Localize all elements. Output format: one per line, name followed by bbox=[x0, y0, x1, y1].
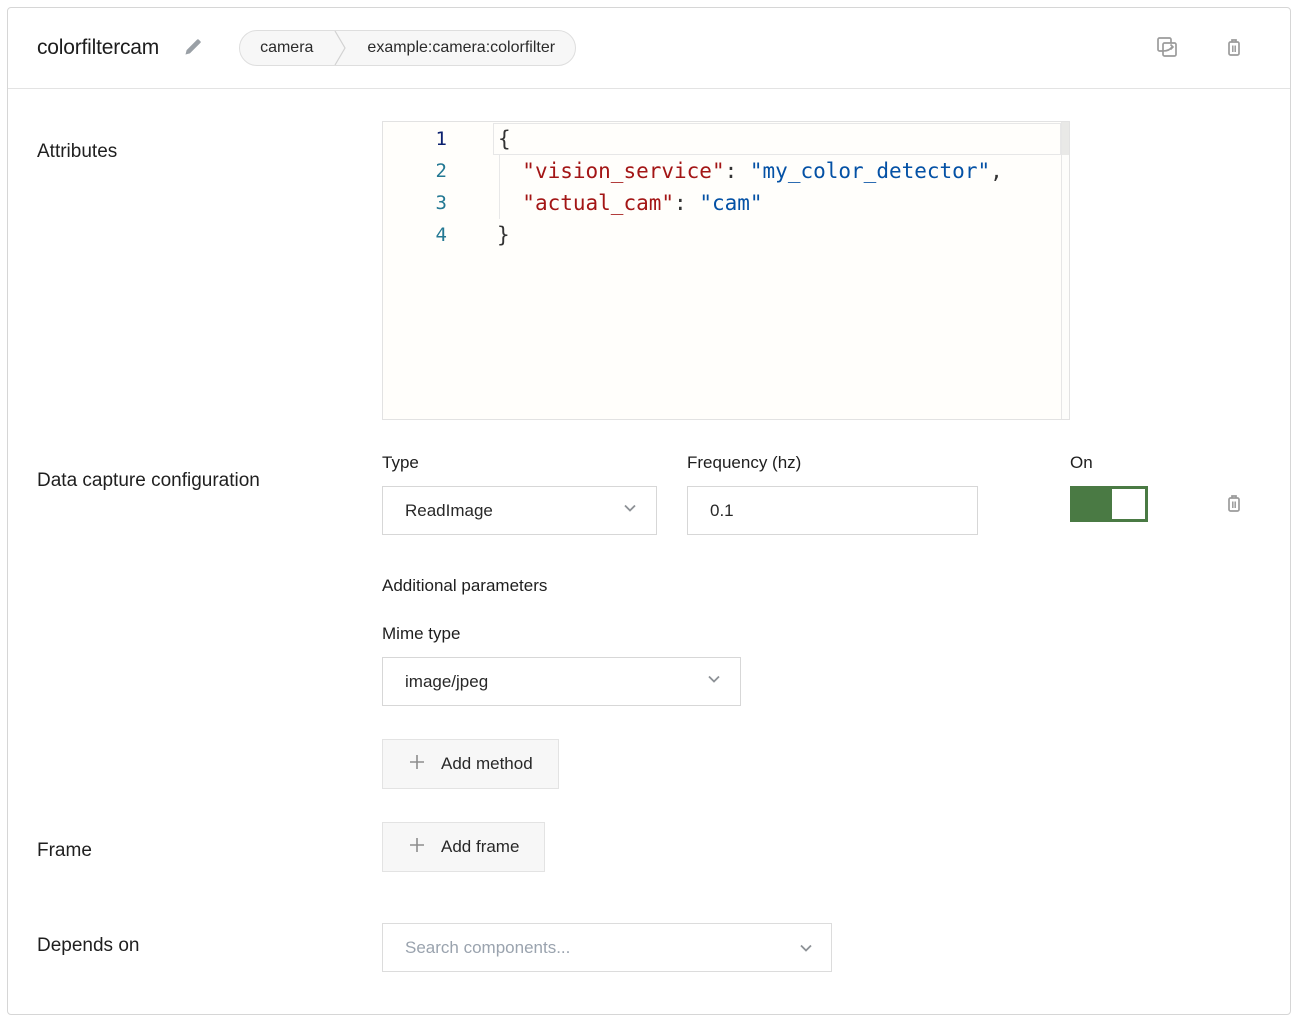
editor-scrollbar[interactable] bbox=[1061, 122, 1069, 419]
duplicate-icon bbox=[1154, 34, 1180, 63]
on-label: On bbox=[1070, 453, 1148, 473]
delete-component-button[interactable] bbox=[1222, 35, 1246, 62]
rename-button[interactable] bbox=[181, 35, 205, 62]
add-frame-label: Add frame bbox=[441, 837, 519, 857]
add-method-button[interactable]: Add method bbox=[382, 739, 559, 789]
component-name: colorfiltercam bbox=[37, 36, 159, 60]
code-lines: 1{2 "vision_service": "my_color_detector… bbox=[383, 123, 1069, 251]
chevron-down-icon bbox=[704, 669, 724, 694]
component-model-label: example:camera:colorfilter bbox=[347, 31, 575, 65]
component-type-model-badge: camera example:camera:colorfilter bbox=[239, 30, 576, 66]
add-frame-button[interactable]: Add frame bbox=[382, 822, 545, 872]
capture-type-value: ReadImage bbox=[405, 501, 620, 521]
additional-parameters-label: Additional parameters bbox=[382, 576, 1246, 596]
data-capture-section: Data capture configuration Type ReadImag… bbox=[8, 453, 1290, 789]
trash-icon bbox=[1222, 491, 1246, 518]
component-type-label: camera bbox=[240, 31, 333, 65]
component-config-card: colorfiltercam camera example:camera:col… bbox=[7, 7, 1291, 1015]
capture-method-row: Type ReadImage Frequency (hz) On bbox=[382, 453, 1246, 535]
editor-scrollbar-thumb bbox=[1062, 122, 1069, 155]
code-line: 1{ bbox=[383, 123, 1069, 155]
chevron-down-icon bbox=[620, 498, 640, 523]
depends-on-section-label: Depends on bbox=[37, 923, 382, 959]
add-method-label: Add method bbox=[441, 754, 533, 774]
capture-toggle[interactable] bbox=[1070, 486, 1148, 522]
frequency-input[interactable] bbox=[687, 486, 978, 535]
mime-type-value: image/jpeg bbox=[405, 672, 704, 692]
delete-capture-method-button[interactable] bbox=[1222, 491, 1246, 518]
card-header: colorfiltercam camera example:camera:col… bbox=[8, 8, 1290, 89]
depends-on-section: Depends on bbox=[8, 923, 1290, 972]
depends-on-search-input[interactable] bbox=[382, 923, 832, 972]
attributes-section-label: Attributes bbox=[37, 121, 382, 165]
attributes-section: Attributes 1{2 "vision_service": "my_col… bbox=[8, 121, 1290, 420]
pencil-icon bbox=[181, 35, 205, 62]
code-line: 2 "vision_service": "my_color_detector", bbox=[383, 155, 1069, 187]
toggle-knob bbox=[1112, 489, 1145, 519]
trash-icon bbox=[1222, 35, 1246, 62]
header-actions bbox=[1154, 34, 1246, 63]
frame-section-label: Frame bbox=[37, 822, 382, 864]
code-line: 4} bbox=[383, 219, 1069, 251]
plus-icon bbox=[408, 753, 426, 776]
type-label: Type bbox=[382, 453, 657, 473]
breadcrumb-separator-icon bbox=[333, 30, 347, 66]
mime-type-label: Mime type bbox=[382, 624, 1246, 644]
frequency-label: Frequency (hz) bbox=[687, 453, 978, 473]
mime-type-select[interactable]: image/jpeg bbox=[382, 657, 741, 706]
data-capture-section-label: Data capture configuration bbox=[37, 453, 382, 494]
code-line: 3 "actual_cam": "cam" bbox=[383, 187, 1069, 219]
frame-section: Frame Add frame bbox=[8, 822, 1290, 872]
duplicate-button[interactable] bbox=[1154, 34, 1180, 63]
capture-type-select[interactable]: ReadImage bbox=[382, 486, 657, 535]
plus-icon bbox=[408, 836, 426, 859]
attributes-json-editor[interactable]: 1{2 "vision_service": "my_color_detector… bbox=[382, 121, 1070, 420]
